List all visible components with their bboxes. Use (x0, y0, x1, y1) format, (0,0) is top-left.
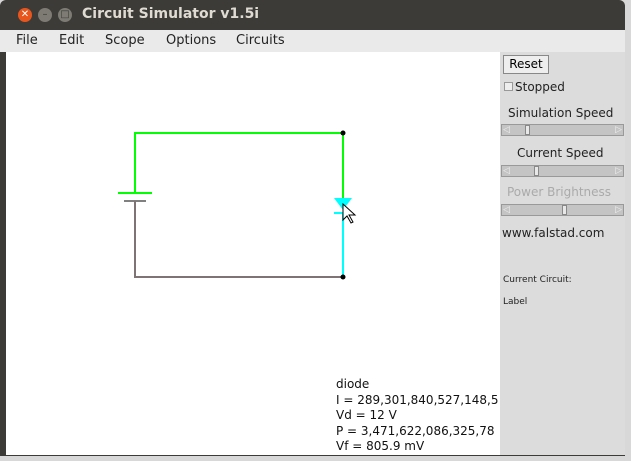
website-link[interactable]: www.falstad.com (502, 226, 604, 240)
current-speed-slider[interactable]: ◁ ▷ (501, 165, 624, 177)
close-button[interactable]: ✕ (18, 8, 32, 22)
circuit-name-label: Label (503, 297, 528, 307)
menu-options[interactable]: Options (166, 33, 216, 48)
slider-thumb[interactable] (525, 125, 530, 135)
stopped-label: Stopped (515, 80, 565, 94)
title-bar: ✕ – □ Circuit Simulator v1.5i (0, 0, 625, 30)
app-window: ✕ – □ Circuit Simulator v1.5i File Edit … (0, 0, 625, 456)
slider-thumb[interactable] (562, 205, 567, 215)
wire-bottom[interactable] (134, 201, 343, 278)
info-type: diode (336, 377, 370, 391)
slider-thumb[interactable] (534, 166, 539, 176)
checkbox-icon[interactable] (504, 82, 513, 91)
info-power: P = 3,471,622,086,325,78 (336, 423, 495, 438)
reset-button[interactable]: Reset (503, 55, 549, 74)
minimize-button[interactable]: – (38, 8, 52, 22)
menu-edit[interactable]: Edit (59, 33, 84, 48)
menu-file[interactable]: File (16, 33, 38, 48)
menu-scope[interactable]: Scope (105, 33, 145, 48)
wire-top[interactable] (134, 132, 344, 198)
power-brightness-label: Power Brightness (507, 185, 612, 199)
simulation-speed-label: Simulation Speed (508, 106, 614, 120)
menu-bar: File Edit Scope Options Circuits (0, 30, 625, 52)
info-forward-voltage: Vf = 805.9 mV (336, 439, 425, 453)
simulation-speed-slider[interactable]: ◁ ▷ (501, 124, 624, 136)
menu-circuits[interactable]: Circuits (236, 33, 285, 48)
stopped-checkbox[interactable]: Stopped (504, 80, 565, 94)
power-brightness-slider[interactable]: ◁ ▷ (501, 204, 624, 216)
maximize-button[interactable]: □ (58, 8, 72, 22)
element-info: diode I = 289,301,840,527,148,5 Vd = 12 … (336, 377, 500, 455)
control-panel: Reset Stopped Simulation Speed ◁ ▷ Curren… (500, 52, 625, 455)
current-speed-label: Current Speed (517, 146, 604, 160)
cursor-icon (342, 202, 357, 224)
node-top (340, 130, 346, 136)
node-bottom (340, 274, 346, 280)
current-circuit-label: Current Circuit: (503, 275, 572, 285)
info-voltage: Vd = 12 V (336, 408, 397, 422)
info-current: I = 289,301,840,527,148,5 (336, 392, 499, 407)
window-title: Circuit Simulator v1.5i (82, 6, 260, 22)
